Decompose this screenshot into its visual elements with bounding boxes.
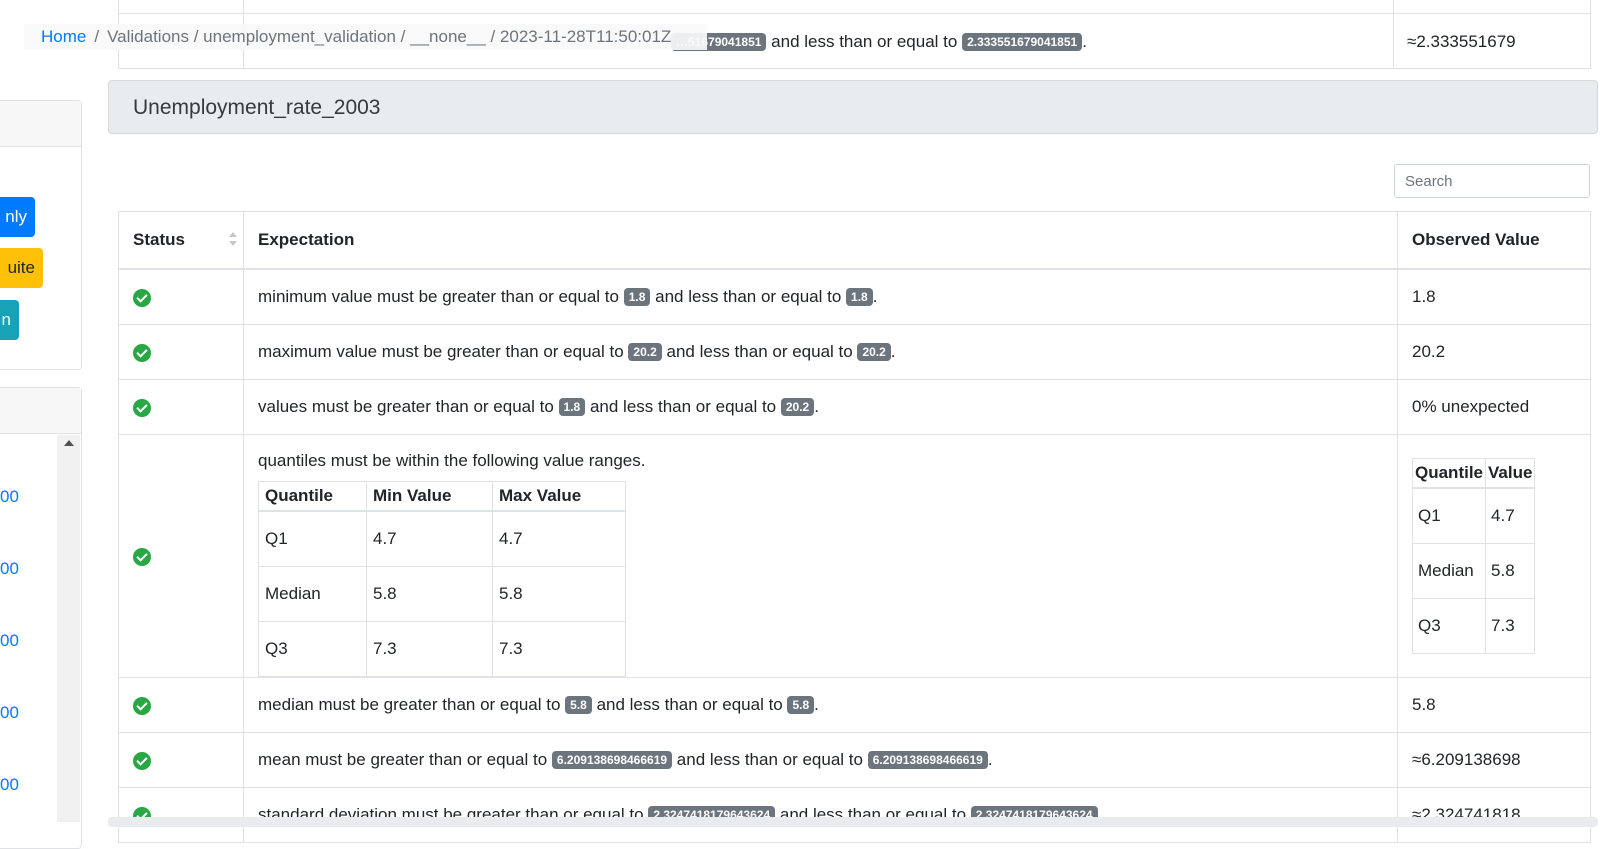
sidebar-button-warning[interactable]: uite [0, 248, 43, 288]
table-row: mean must be greater than or equal to 6.… [118, 732, 1591, 788]
value-badge: 6.209138698466619 [551, 751, 673, 769]
search-input[interactable] [1394, 164, 1590, 198]
expectation-text: quantiles must be within the following v… [243, 434, 1398, 678]
sidebar-list-header [0, 388, 81, 434]
table-row-quantiles: quantiles must be within the following v… [118, 434, 1591, 678]
expectation-column-header: Expectation [243, 211, 1398, 270]
sidebar-link[interactable]: 00 [0, 559, 19, 579]
observed-quantiles-table: Quantile Value Q1 4.7 Median 5.8 Q3 7.3 [1411, 458, 1536, 654]
breadcrumb: Home / Validations / unemployment_validati… [24, 24, 707, 50]
table-row: median must be greater than or equal to … [118, 677, 1591, 733]
breadcrumb-path: Validations / unemployment_validation / … [107, 27, 672, 46]
observed-value: 0% unexpected [1397, 379, 1591, 435]
observed-value: ≈2.324741818 [1397, 787, 1591, 843]
table-row: maximum value must be greater than or eq… [118, 324, 1591, 380]
table-row: minimum value must be greater than or eq… [118, 268, 1591, 325]
expectation-text: mean must be greater than or equal to 6.… [243, 732, 1398, 788]
sidebar-button-primary[interactable]: nly [0, 197, 35, 237]
value-badge: 1.8 [846, 288, 873, 306]
value-badge: 1.8 [558, 398, 586, 416]
success-check-icon [133, 547, 151, 566]
value-badge: 20.2 [780, 398, 815, 416]
success-check-icon [133, 696, 151, 715]
previous-row-observed: ≈2.333551679 [1407, 32, 1516, 51]
expectations-table: Status Expectation Observed Value minimu… [118, 211, 1591, 843]
observed-value: 20.2 [1397, 324, 1591, 380]
observed-value: 5.8 [1397, 677, 1591, 733]
next-section-header [108, 817, 1598, 827]
success-check-icon [133, 343, 151, 362]
value-badge: 20.2 [628, 343, 662, 361]
table-row: standard deviation must be greater than … [118, 787, 1591, 843]
sidebar-link[interactable]: 00 [0, 775, 19, 795]
expectation-text: standard deviation must be greater than … [243, 787, 1398, 843]
expectation-text: maximum value must be greater than or eq… [243, 324, 1398, 380]
observed-value: 1.8 [1397, 268, 1591, 325]
sidebar-button-info[interactable]: n [0, 300, 19, 340]
observed-value: ≈6.209138698 [1397, 732, 1591, 788]
breadcrumb-home-link[interactable]: Home [41, 27, 86, 46]
scroll-up-arrow-icon[interactable] [64, 440, 74, 446]
table-row: values must be greater than or equal to … [118, 379, 1591, 435]
section-title: Unemployment_rate_2003 [133, 96, 381, 119]
value-badge: 6.209138698466619 [867, 751, 988, 769]
expectation-text: minimum value must be greater than or eq… [243, 268, 1398, 325]
success-check-icon [133, 751, 151, 770]
success-check-icon [133, 398, 151, 417]
success-check-icon [133, 288, 151, 307]
sort-icon[interactable] [229, 232, 237, 246]
previous-row-expectation: …51679041851 and less than or equal to 2… [671, 32, 1087, 52]
sidebar-link[interactable]: 00 [0, 487, 19, 507]
value-badge: 5.8 [787, 696, 815, 714]
expectation-text: values must be greater than or equal to … [243, 379, 1398, 435]
value-badge: 2.333551679041851 [962, 33, 1083, 51]
sidebar-scrollbar[interactable] [57, 435, 80, 822]
quantile-ranges-table: Quantile Min Value Max Value Q1 4.7 4.7 … [258, 481, 626, 677]
value-badge: 20.2 [857, 343, 891, 361]
observed-value: Quantile Value Q1 4.7 Median 5.8 Q3 7.3 [1397, 434, 1591, 678]
column-section-header: Unemployment_rate_2003 [108, 80, 1598, 134]
value-badge: 1.8 [623, 288, 651, 306]
observed-column-header: Observed Value [1397, 211, 1591, 270]
sidebar-card-header [0, 101, 81, 147]
sidebar-link[interactable]: 00 [0, 631, 19, 651]
status-column-header[interactable]: Status [118, 211, 244, 270]
sidebar-link[interactable]: 00 [0, 703, 19, 723]
expectation-text: median must be greater than or equal to … [243, 677, 1398, 733]
value-badge: 5.8 [565, 696, 592, 714]
